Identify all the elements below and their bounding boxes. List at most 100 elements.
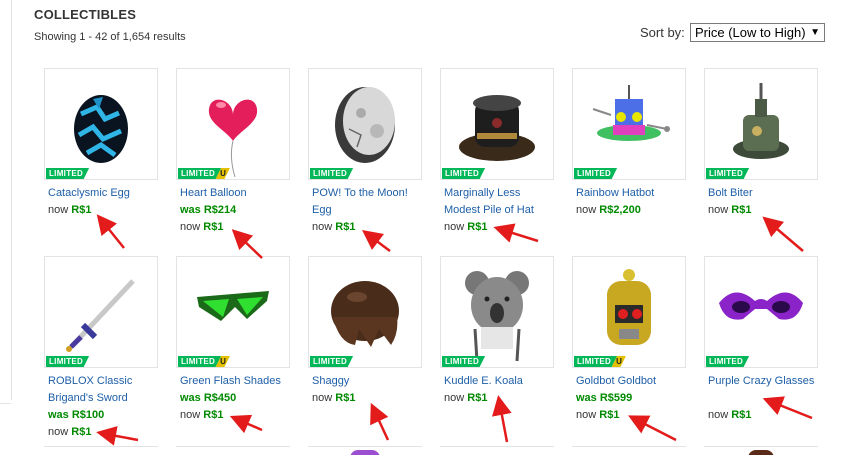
item-card-partial[interactable]: [308, 446, 422, 455]
item-card-partial[interactable]: [44, 446, 158, 455]
robux-icon: R$: [203, 221, 218, 233]
brown-item-icon: [748, 450, 774, 455]
now-label: now: [48, 204, 69, 216]
now-price: now R$1: [48, 424, 91, 441]
limited-badge-label: LIMITED: [442, 168, 485, 180]
bolt-biter-icon: [733, 83, 789, 159]
item-name-link[interactable]: Goldbot Goldbot: [576, 373, 686, 390]
sort-select[interactable]: Price (Low to High) ▼: [690, 23, 825, 42]
sort-select-value: Price (Low to High): [695, 25, 806, 40]
limited-badge-label: LIMITED: [442, 356, 485, 368]
arrow-icon: [362, 230, 391, 252]
now-label: now: [576, 409, 597, 421]
limited-badge: LIMITED: [706, 168, 749, 180]
limited-badge-label: LIMITED: [310, 168, 353, 180]
robux-icon: R$: [71, 409, 86, 421]
now-price-value: 1: [481, 392, 488, 404]
now-label: now: [444, 221, 465, 233]
now-price: now R$1: [180, 407, 223, 424]
now-price: now R$1: [312, 219, 355, 236]
robux-icon: R$: [71, 426, 86, 438]
limited-badge-label: LIMITED: [46, 356, 89, 368]
now-price: now R$2,200: [576, 202, 641, 219]
limited-badge-label: LIMITED: [706, 356, 749, 368]
now-price: now R$1: [708, 407, 751, 424]
now-price-value: 1: [349, 221, 356, 233]
now-price-value: 1: [745, 409, 752, 421]
was-price: was R$599: [576, 390, 632, 407]
robux-icon: R$: [203, 392, 218, 404]
robux-icon: R$: [599, 409, 614, 421]
now-label: now: [444, 392, 465, 404]
robux-icon: R$: [203, 204, 218, 216]
item-name-link[interactable]: Heart Balloon: [180, 185, 290, 202]
item-thumbnail[interactable]: LIMITED: [572, 68, 686, 180]
item-thumbnail[interactable]: LIMITED: [44, 256, 158, 368]
item-thumbnail[interactable]: LIMITED: [308, 256, 422, 368]
item-name-link[interactable]: Green Flash Shades: [180, 373, 290, 390]
item-card-partial[interactable]: [440, 446, 554, 455]
item-name-link[interactable]: ROBLOX Classic Brigand's Sword: [48, 373, 158, 407]
now-label: now: [576, 204, 597, 216]
item-name-link[interactable]: Bolt Biter: [708, 185, 818, 202]
item-card-partial[interactable]: [176, 446, 290, 455]
item-thumbnail[interactable]: LIMITED: [440, 256, 554, 368]
robux-icon: R$: [467, 392, 482, 404]
item-thumbnail[interactable]: LIMITED U: [176, 68, 290, 180]
arrow-icon: [762, 216, 804, 252]
limited-badge: LIMITED: [706, 356, 749, 368]
now-label: now: [312, 221, 333, 233]
limited-badge-label: LIMITED: [574, 168, 617, 180]
item-name-link[interactable]: Kuddle E. Koala: [444, 373, 554, 390]
results-count: Showing 1 - 42 of 1,654 results: [34, 31, 186, 43]
was-label: was: [576, 392, 597, 404]
now-price: now R$1: [180, 219, 223, 236]
now-label: now: [180, 221, 201, 233]
item-thumbnail[interactable]: LIMITED: [308, 68, 422, 180]
item-name-link[interactable]: POW! To the Moon! Egg: [312, 185, 422, 219]
goldbot-helmet-icon: [607, 269, 651, 345]
item-name-link[interactable]: Shaggy: [312, 373, 422, 390]
limited-badge: LIMITED: [310, 168, 353, 180]
limited-badge: LIMITED: [574, 168, 617, 180]
item-thumbnail[interactable]: LIMITED: [440, 68, 554, 180]
item-card-partial[interactable]: [572, 446, 686, 455]
robux-icon: R$: [599, 204, 614, 216]
heart-balloon-icon: [208, 99, 258, 178]
was-price-value: 100: [85, 409, 105, 421]
now-price-value: 1: [217, 221, 224, 233]
sort-label: Sort by:: [640, 25, 685, 40]
limited-badge: LIMITED: [310, 356, 353, 368]
now-price-value: 1: [349, 392, 356, 404]
item-thumbnail[interactable]: LIMITED: [704, 68, 818, 180]
left-divider: [11, 0, 12, 400]
was-price-value: 599: [613, 392, 633, 404]
now-price: now R$1: [576, 407, 619, 424]
cracked-egg-icon: [74, 95, 128, 163]
item-name-link[interactable]: Marginally Less Modest Pile of Hat: [444, 185, 554, 219]
limited-badge-label: LIMITED: [178, 356, 221, 368]
item-name-link[interactable]: Rainbow Hatbot: [576, 185, 686, 202]
left-divider-horizontal: [0, 403, 11, 404]
sword-icon: [66, 279, 135, 352]
now-label: now: [48, 426, 69, 438]
item-name-link[interactable]: Cataclysmic Egg: [48, 185, 158, 202]
limited-badge: LIMITED U: [574, 356, 626, 368]
chevron-down-icon: ▼: [810, 27, 820, 38]
arrow-icon: [231, 229, 263, 259]
was-price: was R$450: [180, 390, 236, 407]
shaggy-hair-icon: [331, 281, 399, 347]
limited-badge-label: LIMITED: [178, 168, 221, 180]
item-card-partial[interactable]: [704, 446, 818, 455]
item-thumbnail[interactable]: LIMITED: [44, 68, 158, 180]
now-price-value: 1: [613, 409, 620, 421]
was-price-value: 214: [217, 204, 237, 216]
item-name-link[interactable]: Purple Crazy Glasses: [708, 373, 818, 390]
item-thumbnail[interactable]: LIMITED U: [176, 256, 290, 368]
robux-icon: R$: [731, 204, 746, 216]
now-price: now R$1: [48, 202, 91, 219]
now-price: now R$1: [444, 390, 487, 407]
item-thumbnail[interactable]: LIMITED U: [572, 256, 686, 368]
arrow-icon: [229, 414, 263, 434]
item-thumbnail[interactable]: LIMITED: [704, 256, 818, 368]
